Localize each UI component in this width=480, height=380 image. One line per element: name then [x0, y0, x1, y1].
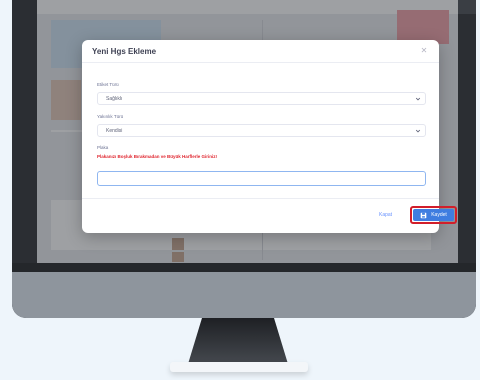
- add-hgs-modal: Yeni Hgs Ekleme ✕ Etiket Türü Sağlıklı Y…: [82, 40, 457, 233]
- tag-type-label: Etiket Türü: [97, 82, 119, 87]
- tag-type-value: Sağlıklı: [106, 96, 123, 102]
- plate-input[interactable]: [97, 171, 426, 186]
- footer-divider: [82, 198, 439, 199]
- save-button-highlight: Kaydet: [410, 206, 457, 224]
- chevron-down-icon: [415, 97, 421, 101]
- monitor-stand: [188, 318, 288, 364]
- chevron-down-icon: [415, 129, 421, 133]
- scene: Yeni Hgs Ekleme ✕ Etiket Türü Sağlıklı Y…: [0, 0, 480, 380]
- relation-type-value: Kendisi: [106, 128, 123, 134]
- tag-type-select[interactable]: Sağlıklı: [97, 92, 426, 105]
- plate-label: Plaka: [97, 145, 109, 150]
- relation-type-select[interactable]: Kendisi: [97, 124, 426, 137]
- monitor-stand-base: [170, 362, 308, 372]
- relation-type-label: Yakınlık Türü: [97, 114, 124, 119]
- monitor-screen: Yeni Hgs Ekleme ✕ Etiket Türü Sağlıklı Y…: [37, 0, 458, 263]
- close-button[interactable]: Kapat: [379, 212, 392, 218]
- modal-title: Yeni Hgs Ekleme: [92, 47, 157, 56]
- modal-divider: [82, 62, 439, 63]
- save-button-label: Kaydet: [431, 212, 447, 218]
- plate-error-message: Plakanızı Boşluk Bırakmadan ve Büyük Har…: [97, 154, 218, 159]
- save-button[interactable]: Kaydet: [413, 209, 454, 221]
- save-icon: [420, 212, 427, 218]
- close-icon[interactable]: ✕: [419, 46, 429, 56]
- monitor-chin: [12, 272, 476, 318]
